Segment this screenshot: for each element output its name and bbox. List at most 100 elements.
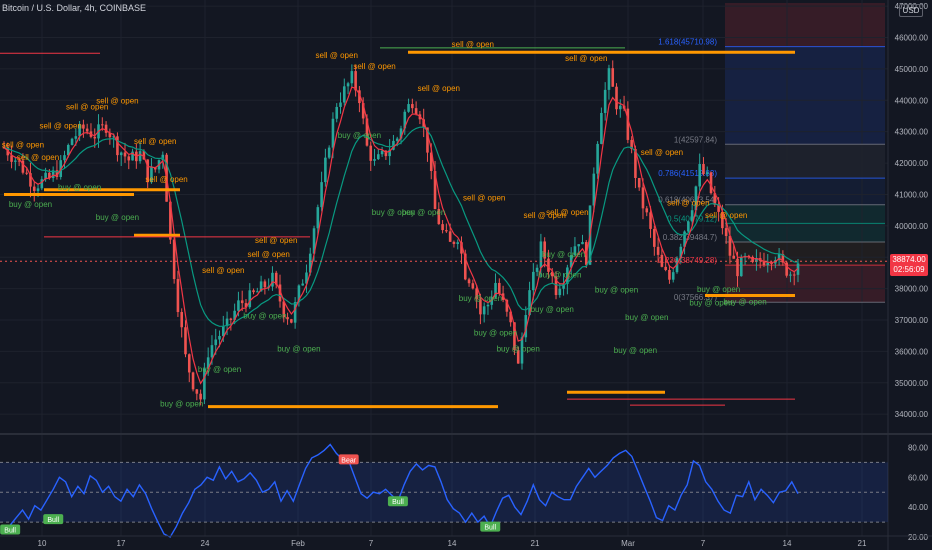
sell-signal-label: sell @ open: [705, 211, 747, 220]
candle-body: [119, 152, 123, 156]
buy-signal-label: buy @ open: [459, 294, 502, 303]
candle-body: [656, 246, 660, 255]
buy-signal-label: buy @ open: [338, 131, 381, 140]
price-axis-tick: 37000.00: [895, 316, 929, 325]
candle-body: [316, 207, 320, 229]
sell-signal-label: sell @ open: [247, 250, 289, 259]
last-price: 38874.00: [892, 255, 926, 264]
candle-body: [327, 147, 331, 158]
candle-body: [705, 172, 709, 175]
candle-body: [339, 102, 342, 107]
candle-body: [577, 244, 581, 247]
candle-body: [252, 290, 255, 293]
candle-body: [732, 255, 736, 259]
candle-body: [452, 241, 456, 244]
sell-signal-label: sell @ open: [418, 84, 460, 93]
buy-signal-label: buy @ open: [595, 285, 638, 294]
candle-body: [603, 89, 607, 113]
candle-body: [320, 182, 323, 208]
candle-body: [618, 105, 622, 110]
currency-button[interactable]: USD: [899, 4, 923, 17]
candle-body: [335, 106, 339, 119]
time-axis-tick: 10: [38, 539, 47, 548]
candle-body: [558, 288, 562, 296]
price-axis-tick: 36000.00: [895, 347, 929, 356]
time-axis-tick: Feb: [291, 539, 305, 548]
candle-body: [649, 212, 652, 229]
price-axis-tick: 42000.00: [895, 159, 929, 168]
sell-signal-label: sell @ open: [255, 236, 297, 245]
buy-signal-label: buy @ open: [697, 285, 740, 294]
candle-body: [82, 124, 85, 129]
candle-body: [210, 345, 214, 358]
candle-body: [467, 279, 471, 284]
candle-body: [36, 188, 40, 191]
candle-body: [637, 177, 641, 188]
candle-body: [456, 242, 460, 244]
bull-signal-label: Bull: [484, 525, 496, 532]
sell-signal-label: sell @ open: [2, 140, 44, 149]
candle-body: [74, 136, 78, 139]
candle-body: [615, 86, 618, 110]
candle-body: [671, 272, 675, 280]
sell-signal-label: sell @ open: [316, 51, 358, 60]
buy-signal-label: buy @ open: [198, 365, 241, 374]
price-axis-tick: 40000.00: [895, 222, 929, 231]
bull-signal-label: Bull: [47, 517, 59, 524]
candle-body: [214, 339, 218, 346]
candle-body: [85, 128, 89, 132]
time-axis-tick: 7: [701, 539, 706, 548]
candle-body: [248, 290, 252, 308]
candle-body: [445, 230, 448, 232]
candle-body: [641, 187, 645, 209]
sell-signal-label: sell @ open: [463, 194, 505, 203]
candle-body: [229, 318, 233, 320]
candle-body: [792, 274, 796, 276]
candle-body: [607, 68, 611, 90]
sell-signal-label: sell @ open: [134, 137, 176, 146]
candle-body: [324, 157, 327, 183]
candle-body: [184, 327, 187, 355]
candle-body: [789, 274, 792, 276]
time-axis-tick: 21: [531, 539, 540, 548]
time-axis-tick: 14: [783, 539, 792, 548]
buy-signal-label: buy @ open: [474, 329, 517, 338]
time-axis-tick: Mar: [621, 539, 635, 548]
buy-signal-label: buy @ open: [58, 183, 101, 192]
fib-level-label: 1(42597.84): [674, 135, 717, 144]
fib-level-label: 0.382(39484.7): [663, 233, 718, 242]
candle-body: [256, 291, 259, 293]
sell-signal-label: sell @ open: [641, 148, 683, 157]
candle-body: [127, 156, 131, 161]
sell-signal-label: sell @ open: [202, 266, 244, 275]
sell-signal-label: sell @ open: [96, 96, 138, 105]
price-axis-tick: 38000.00: [895, 285, 929, 294]
sell-signal-label: sell @ open: [546, 208, 588, 217]
candle-body: [354, 71, 357, 91]
buy-signal-label: buy @ open: [723, 297, 766, 306]
candle-body: [237, 300, 240, 311]
candle-body: [63, 155, 66, 161]
rsi-axis-tick: 80.00: [908, 443, 929, 452]
candle-body: [290, 319, 293, 323]
rsi-axis-tick: 40.00: [908, 503, 929, 512]
buy-signal-label: buy @ open: [96, 213, 139, 222]
candle-body: [498, 282, 501, 294]
candle-body: [93, 136, 97, 139]
time-axis-tick: 7: [369, 539, 374, 548]
candle-body: [653, 228, 656, 247]
buy-signal-label: buy @ open: [625, 313, 668, 322]
candle-body: [301, 283, 304, 286]
candle-body: [293, 302, 297, 323]
candle-body: [600, 112, 603, 144]
candle-body: [441, 224, 444, 231]
candle-body: [486, 304, 490, 307]
sell-signal-label: sell @ open: [145, 175, 187, 184]
last-price-tag: 38874.00 02:56:09: [890, 254, 928, 276]
candle-body: [596, 143, 599, 174]
price-axis-tick: 41000.00: [895, 190, 929, 199]
price-axis-tick: 34000.00: [895, 410, 929, 419]
fib-zone-2: [725, 144, 885, 179]
bull-signal-label: Bull: [392, 499, 404, 506]
candle-body: [271, 272, 274, 287]
